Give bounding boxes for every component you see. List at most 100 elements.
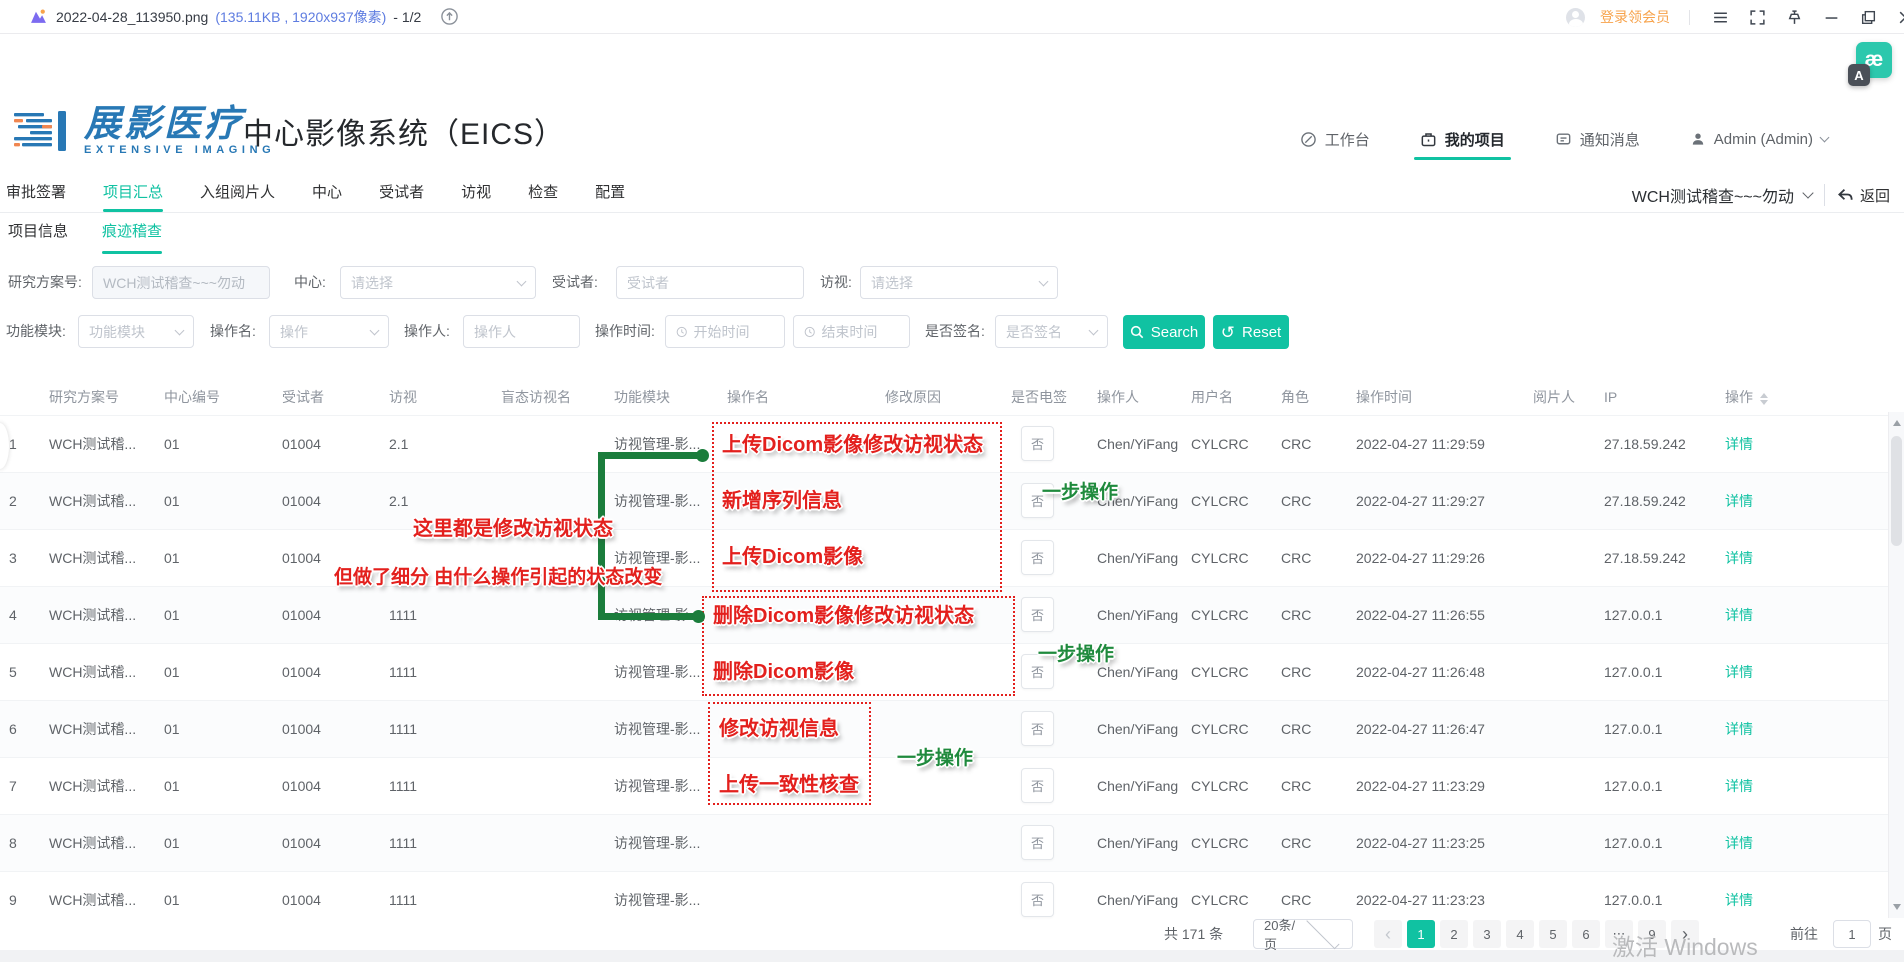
- nav-item-workbench[interactable]: 工作台: [1300, 119, 1370, 159]
- cell-role: CRC: [1272, 700, 1347, 757]
- clock-icon: [676, 325, 688, 339]
- viewer-titlebar: 2022-04-28_113950.png (135.11KB , 1920x9…: [0, 0, 1904, 34]
- search-button[interactable]: Search: [1123, 315, 1205, 349]
- operator-input[interactable]: [463, 315, 580, 348]
- cell-center: 01: [155, 757, 273, 814]
- subtab-project-info[interactable]: 项目信息: [8, 219, 68, 252]
- page-button-6[interactable]: 6: [1572, 920, 1600, 948]
- page-button-1[interactable]: 1: [1407, 920, 1435, 948]
- prev-page-button[interactable]: ‹: [1374, 920, 1402, 948]
- column-header-16[interactable]: 操作: [1716, 380, 1904, 415]
- tab-project-summary[interactable]: 项目汇总: [103, 177, 163, 213]
- end-time-input[interactable]: [793, 315, 910, 348]
- vertical-scrollbar[interactable]: [1888, 412, 1904, 918]
- cell-role: CRC: [1272, 757, 1347, 814]
- next-page-button[interactable]: ›: [1671, 920, 1699, 948]
- cell-ip: 127.0.0.1: [1595, 814, 1716, 871]
- menu-icon[interactable]: [1709, 6, 1731, 28]
- protocol-input[interactable]: [92, 266, 270, 299]
- chevron-down-icon: [1820, 132, 1830, 142]
- esign-badge: 否: [1021, 768, 1054, 803]
- cell-subject: 01004: [273, 643, 380, 700]
- tab-enrolled-readers[interactable]: 入组阅片人: [200, 177, 275, 213]
- column-header-13: 操作时间: [1347, 380, 1524, 415]
- page-button-4[interactable]: 4: [1506, 920, 1534, 948]
- reset-button[interactable]: ↺ Reset: [1213, 315, 1289, 349]
- cell-visit: 1111: [380, 643, 492, 700]
- cell-visit: 2.1: [380, 472, 492, 529]
- detail-link[interactable]: 详情: [1725, 493, 1753, 509]
- page-button-9[interactable]: 9: [1638, 920, 1666, 948]
- share-upload-icon[interactable]: [438, 6, 460, 28]
- minimize-icon[interactable]: [1820, 6, 1842, 28]
- close-icon[interactable]: [1894, 6, 1904, 28]
- detail-link[interactable]: 详情: [1725, 892, 1753, 908]
- page-size-value: 20条/页: [1264, 915, 1303, 953]
- page-button-3[interactable]: 3: [1473, 920, 1501, 948]
- restore-window-icon[interactable]: [1857, 6, 1879, 28]
- viewer-avatar[interactable]: [1566, 8, 1585, 27]
- fullscreen-icon[interactable]: [1746, 6, 1768, 28]
- start-time-input[interactable]: [665, 315, 785, 348]
- cell-reason: [876, 529, 1002, 586]
- visit-select[interactable]: 请选择: [860, 266, 1058, 299]
- signed-select[interactable]: 是否签名: [995, 315, 1108, 348]
- translate-extension-badge-secondary[interactable]: A: [1848, 64, 1870, 86]
- detail-link[interactable]: 详情: [1725, 550, 1753, 566]
- detail-link[interactable]: 详情: [1725, 835, 1753, 851]
- pin-icon[interactable]: [1783, 6, 1805, 28]
- detail-link[interactable]: 详情: [1725, 607, 1753, 623]
- center-select[interactable]: 请选择: [340, 266, 536, 299]
- cell-reader: [1524, 814, 1595, 871]
- start-time-field[interactable]: [694, 324, 775, 340]
- module-label: 功能模块:: [6, 315, 66, 348]
- nav-label: Admin (Admin): [1714, 131, 1813, 148]
- cell-reason: [876, 814, 1002, 871]
- nav-item-my-projects[interactable]: 我的项目: [1420, 119, 1505, 159]
- cell-blind: [492, 415, 605, 472]
- protocol-input-field[interactable]: [103, 275, 259, 291]
- cell-esign: 否: [1002, 814, 1088, 871]
- subtab-audit-trail[interactable]: 痕迹稽查: [102, 219, 162, 252]
- sort-icon[interactable]: [1760, 393, 1768, 405]
- scroll-down-icon[interactable]: [1893, 904, 1901, 910]
- back-button[interactable]: 返回: [1837, 185, 1890, 206]
- detail-link[interactable]: 详情: [1725, 436, 1753, 452]
- nav-item-notifications[interactable]: 通知消息: [1555, 119, 1640, 159]
- goto-page-input[interactable]: [1833, 920, 1871, 948]
- page-button-2[interactable]: 2: [1440, 920, 1468, 948]
- subject-input-field[interactable]: [627, 275, 793, 291]
- cell-time: 2022-04-27 11:29:27: [1347, 472, 1524, 529]
- tab-exam[interactable]: 检查: [528, 177, 558, 213]
- detail-link[interactable]: 详情: [1725, 778, 1753, 794]
- nav-item-account[interactable]: Admin (Admin): [1690, 119, 1828, 159]
- subject-input[interactable]: [616, 266, 804, 299]
- tab-approval-sign[interactable]: 审批签署: [6, 177, 66, 213]
- page-button-5[interactable]: 5: [1539, 920, 1567, 948]
- page-size-select[interactable]: 20条/页: [1253, 919, 1353, 949]
- esign-badge: 否: [1021, 597, 1054, 632]
- opname-select[interactable]: 操作: [269, 315, 389, 348]
- tab-config[interactable]: 配置: [595, 177, 625, 213]
- cell-visit: [380, 529, 492, 586]
- search-icon: [1130, 325, 1144, 339]
- page-ellipsis[interactable]: ⋯: [1605, 920, 1633, 948]
- project-selector[interactable]: WCH测试稽查~~~勿动: [1632, 183, 1812, 207]
- tab-center[interactable]: 中心: [312, 177, 342, 213]
- detail-link[interactable]: 详情: [1725, 664, 1753, 680]
- scrollbar-thumb[interactable]: [1891, 436, 1902, 546]
- login-member-link[interactable]: 登录领会员: [1600, 7, 1670, 27]
- end-time-field[interactable]: [821, 324, 899, 340]
- operator-input-field[interactable]: [474, 324, 569, 340]
- nav-label: 工作台: [1325, 129, 1370, 150]
- clock-icon: [804, 325, 815, 339]
- scroll-up-icon[interactable]: [1893, 420, 1901, 426]
- tab-visit[interactable]: 访视: [461, 177, 491, 213]
- cell-ip: 127.0.0.1: [1595, 700, 1716, 757]
- detail-link[interactable]: 详情: [1725, 721, 1753, 737]
- cell-username: CYLCRC: [1182, 415, 1272, 472]
- module-select[interactable]: 功能模块: [78, 315, 194, 348]
- cell-esign: 否: [1002, 415, 1088, 472]
- table-row: 2WCH测试稽...01010042.1访视管理-影...否Chen/YiFan…: [0, 472, 1904, 529]
- tab-subject[interactable]: 受试者: [379, 177, 424, 213]
